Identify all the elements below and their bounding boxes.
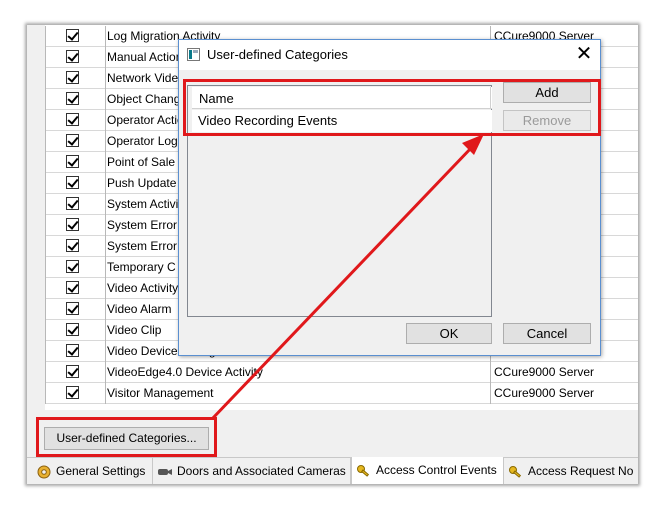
event-name-cell: VideoEdge4.0 Device Activity xyxy=(105,362,490,383)
enabled-checkbox[interactable] xyxy=(66,239,79,252)
tab-general-settings[interactable]: General Settings xyxy=(32,458,153,484)
event-source-cell: CCure9000 Server xyxy=(490,383,638,404)
tab-label: Access Control Events xyxy=(376,463,497,477)
enabled-checkbox[interactable] xyxy=(66,281,79,294)
enabled-checkbox[interactable] xyxy=(66,386,79,399)
enabled-checkbox[interactable] xyxy=(66,155,79,168)
enabled-checkbox[interactable] xyxy=(66,50,79,63)
list-header-name[interactable]: Name xyxy=(192,87,492,109)
table-row[interactable]: Visitor Management CCure9000 Server xyxy=(45,383,638,404)
ok-button[interactable]: OK xyxy=(406,323,492,344)
cancel-button[interactable]: Cancel xyxy=(503,323,591,344)
checkbox-cell xyxy=(45,131,105,152)
table-row[interactable]: VideoEdge4.0 Device Activity CCure9000 Se… xyxy=(45,362,638,383)
column-divider xyxy=(490,87,491,108)
tab-access-control-events[interactable]: Access Control Events xyxy=(351,457,504,484)
enabled-checkbox[interactable] xyxy=(66,134,79,147)
enabled-checkbox[interactable] xyxy=(66,176,79,189)
enabled-checkbox[interactable] xyxy=(66,365,79,378)
enabled-checkbox[interactable] xyxy=(66,344,79,357)
enabled-checkbox[interactable] xyxy=(66,323,79,336)
add-button[interactable]: Add xyxy=(503,82,591,103)
list-header-label: Name xyxy=(199,91,234,106)
checkbox-cell xyxy=(45,110,105,131)
checkbox-cell xyxy=(45,47,105,68)
checkbox-cell xyxy=(45,257,105,278)
enabled-checkbox[interactable] xyxy=(66,29,79,42)
close-icon[interactable]: ✕ xyxy=(572,43,596,67)
checkbox-cell xyxy=(45,173,105,194)
tab-label: Access Request No xyxy=(528,464,634,478)
user-defined-categories-dialog: User-defined Categories ✕ Name Video Rec… xyxy=(178,39,601,356)
gear-icon xyxy=(36,463,52,479)
key-icon xyxy=(356,462,372,478)
user-defined-categories-button[interactable]: User-defined Categories... xyxy=(44,427,209,450)
enabled-checkbox[interactable] xyxy=(66,71,79,84)
camera-icon xyxy=(157,463,173,479)
tab-doors-cameras[interactable]: Doors and Associated Cameras xyxy=(153,458,351,484)
event-name-cell: Visitor Management xyxy=(105,383,490,404)
key-icon xyxy=(508,463,524,479)
dialog-title: User-defined Categories xyxy=(207,47,348,62)
checkbox-cell xyxy=(45,236,105,257)
checkbox-cell xyxy=(45,383,105,404)
enabled-checkbox[interactable] xyxy=(66,302,79,315)
enabled-checkbox[interactable] xyxy=(66,113,79,126)
enabled-checkbox[interactable] xyxy=(66,197,79,210)
list-item[interactable]: Video Recording Events xyxy=(192,110,492,132)
tab-bar: General Settings Doors and Associated Ca… xyxy=(27,457,638,484)
checkbox-cell xyxy=(45,26,105,47)
enabled-checkbox[interactable] xyxy=(66,92,79,105)
tab-label: General Settings xyxy=(56,464,146,478)
tab-access-request[interactable]: Access Request No xyxy=(504,458,638,484)
app-icon xyxy=(187,48,200,61)
checkbox-cell xyxy=(45,194,105,215)
checkbox-cell xyxy=(45,89,105,110)
checkbox-cell xyxy=(45,68,105,89)
categories-list[interactable]: Name Video Recording Events xyxy=(187,85,492,317)
checkbox-cell xyxy=(45,278,105,299)
checkbox-cell xyxy=(45,215,105,236)
dialog-titlebar: User-defined Categories ✕ xyxy=(179,40,600,70)
checkbox-cell xyxy=(45,320,105,341)
remove-button[interactable]: Remove xyxy=(503,110,591,131)
checkbox-cell xyxy=(45,299,105,320)
checkbox-cell xyxy=(45,362,105,383)
checkbox-cell xyxy=(45,152,105,173)
tab-label: Doors and Associated Cameras xyxy=(177,464,346,478)
enabled-checkbox[interactable] xyxy=(66,218,79,231)
enabled-checkbox[interactable] xyxy=(66,260,79,273)
checkbox-cell xyxy=(45,341,105,362)
event-source-cell: CCure9000 Server xyxy=(490,362,638,383)
